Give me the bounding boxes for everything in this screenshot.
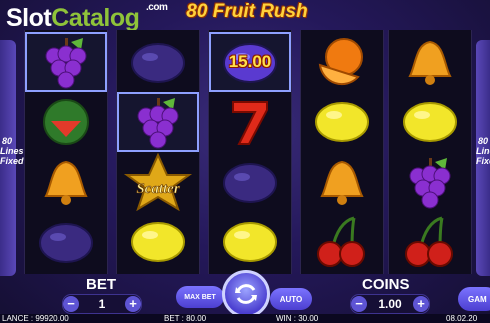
plum-icon — [209, 152, 291, 212]
scatter-star-icon: Scatter — [117, 152, 199, 212]
coins-increase-button[interactable]: + — [412, 296, 429, 312]
max-bet-button[interactable]: MAX BET — [176, 286, 224, 308]
left-lines-panel: 80 Lines Fixed — [0, 40, 24, 276]
bet-stepper: − 1 + — [62, 294, 142, 314]
lemon-icon — [117, 212, 199, 272]
coins-value: 1.00 — [378, 297, 402, 311]
coins-stepper: − 1.00 + — [350, 294, 430, 314]
game-menu-button[interactable]: GAM — [458, 287, 490, 311]
plum-icon: 15.00 — [209, 32, 291, 92]
right-lines-panel: 80 Lines Fixed — [476, 40, 490, 276]
orange-icon — [301, 32, 383, 92]
reel-2: Scatter — [116, 30, 200, 274]
reel-1 — [24, 30, 108, 274]
auto-button[interactable]: AUTO — [270, 288, 312, 310]
reel-3: 15.00 — [208, 30, 292, 274]
spin-button[interactable] — [222, 270, 270, 318]
bet-decrease-button[interactable]: − — [63, 296, 79, 312]
lemon-icon — [209, 212, 291, 272]
cherries-icon — [389, 212, 471, 272]
plum-icon — [117, 32, 199, 92]
lemon-icon — [389, 92, 471, 152]
bell-icon — [389, 32, 471, 92]
plum-icon — [25, 212, 107, 272]
grapes-icon — [117, 92, 199, 152]
status-bar: LANCE : 99920.00 BET : 80.00 WIN : 30.00… — [0, 314, 490, 323]
game-menu-label: GAM — [468, 294, 487, 304]
lemon-icon — [301, 92, 383, 152]
bet-increase-button[interactable]: + — [125, 296, 141, 312]
scatter-label: Scatter — [136, 181, 179, 197]
refresh-icon — [235, 284, 257, 304]
win-amount: 15.00 — [228, 52, 272, 71]
coins-decrease-button[interactable]: − — [351, 296, 367, 312]
bell-icon — [25, 152, 107, 212]
reel-5 — [388, 30, 472, 274]
game-title: 80 Fruit Rush — [186, 1, 308, 22]
balance-readout: LANCE : 99920.00 — [2, 314, 69, 323]
win-readout: WIN : 30.00 — [276, 314, 319, 323]
grapes-icon — [389, 152, 471, 212]
auto-label: AUTO — [279, 294, 303, 304]
max-bet-label: MAX BET — [184, 293, 216, 301]
bet-label: BET — [86, 276, 116, 293]
bell-icon — [301, 152, 383, 212]
coins-label: COINS — [362, 276, 410, 293]
grapes-icon — [25, 32, 107, 92]
cherries-icon — [301, 212, 383, 272]
seven-icon — [209, 92, 291, 152]
watermelon-icon — [25, 92, 107, 152]
slotcatalog-logo: SlotCatalog .com — [6, 2, 168, 32]
bet-value: 1 — [98, 297, 106, 311]
reel-4 — [300, 30, 384, 274]
clock-readout: 08.02.20 — [446, 314, 478, 323]
total-bet-readout: BET : 80.00 — [164, 314, 207, 323]
